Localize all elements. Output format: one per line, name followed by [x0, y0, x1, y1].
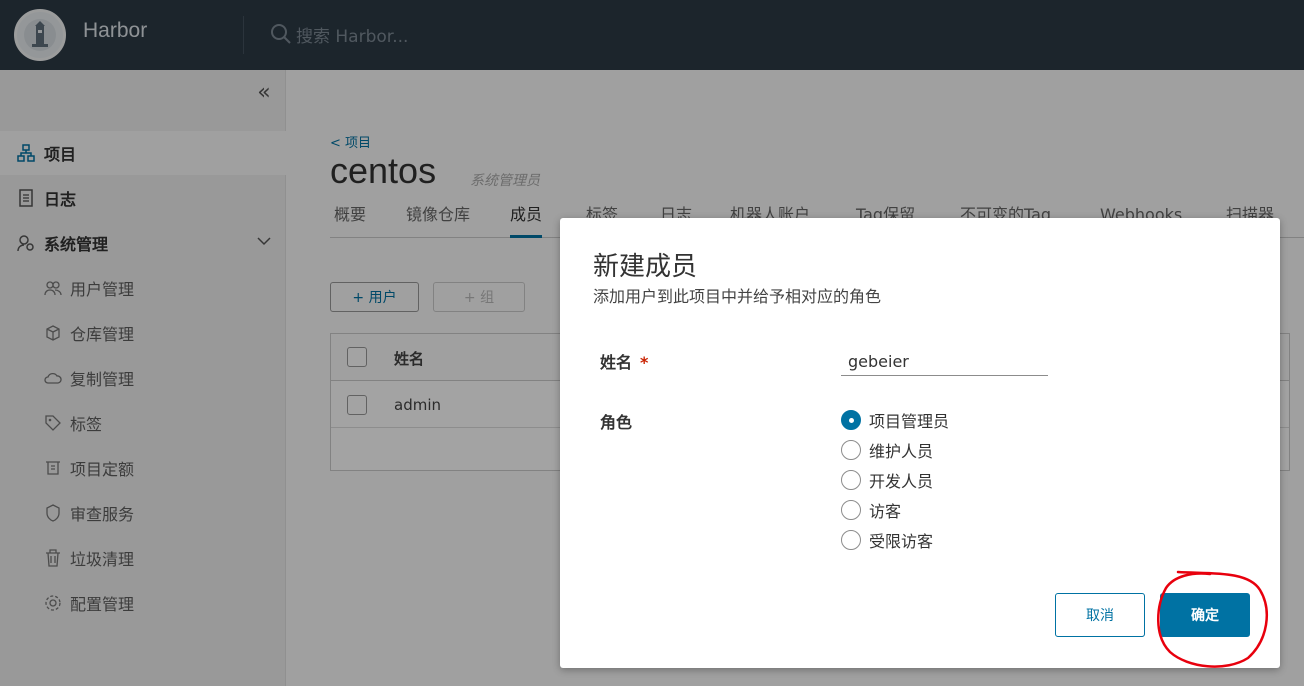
radio-button[interactable] — [841, 530, 861, 550]
confirm-button[interactable]: 确定 — [1160, 593, 1250, 637]
role-option-label: 维护人员 — [869, 442, 934, 461]
role-option-label: 访客 — [869, 502, 902, 521]
role-option-project-admin[interactable]: 项目管理员 — [841, 409, 949, 431]
radio-button[interactable] — [841, 440, 861, 460]
role-option-label: 受限访客 — [869, 532, 934, 551]
role-option-maintainer[interactable]: 维护人员 — [841, 439, 933, 461]
member-name-input[interactable] — [841, 348, 1048, 376]
role-field-label: 角色 — [600, 413, 633, 432]
name-field-label: 姓名 * — [600, 349, 648, 373]
role-option-label: 项目管理员 — [869, 412, 950, 431]
cancel-button[interactable]: 取消 — [1055, 593, 1145, 637]
role-option-limited-guest[interactable]: 受限访客 — [841, 529, 933, 551]
dialog-title: 新建成员 — [593, 252, 698, 282]
role-option-guest[interactable]: 访客 — [841, 499, 901, 521]
dialog-subtitle: 添加用户到此项目中并给予相对应的角色 — [593, 287, 882, 306]
role-option-label: 开发人员 — [869, 472, 934, 491]
required-mark: * — [640, 353, 649, 372]
radio-button[interactable] — [841, 500, 861, 520]
radio-button[interactable] — [841, 410, 861, 430]
radio-button[interactable] — [841, 470, 861, 490]
role-option-developer[interactable]: 开发人员 — [841, 469, 933, 491]
new-member-dialog: 新建成员 添加用户到此项目中并给予相对应的角色 姓名 * 角色 项目管理员 维护人… — [560, 218, 1280, 668]
name-label-text: 姓名 — [600, 353, 633, 372]
